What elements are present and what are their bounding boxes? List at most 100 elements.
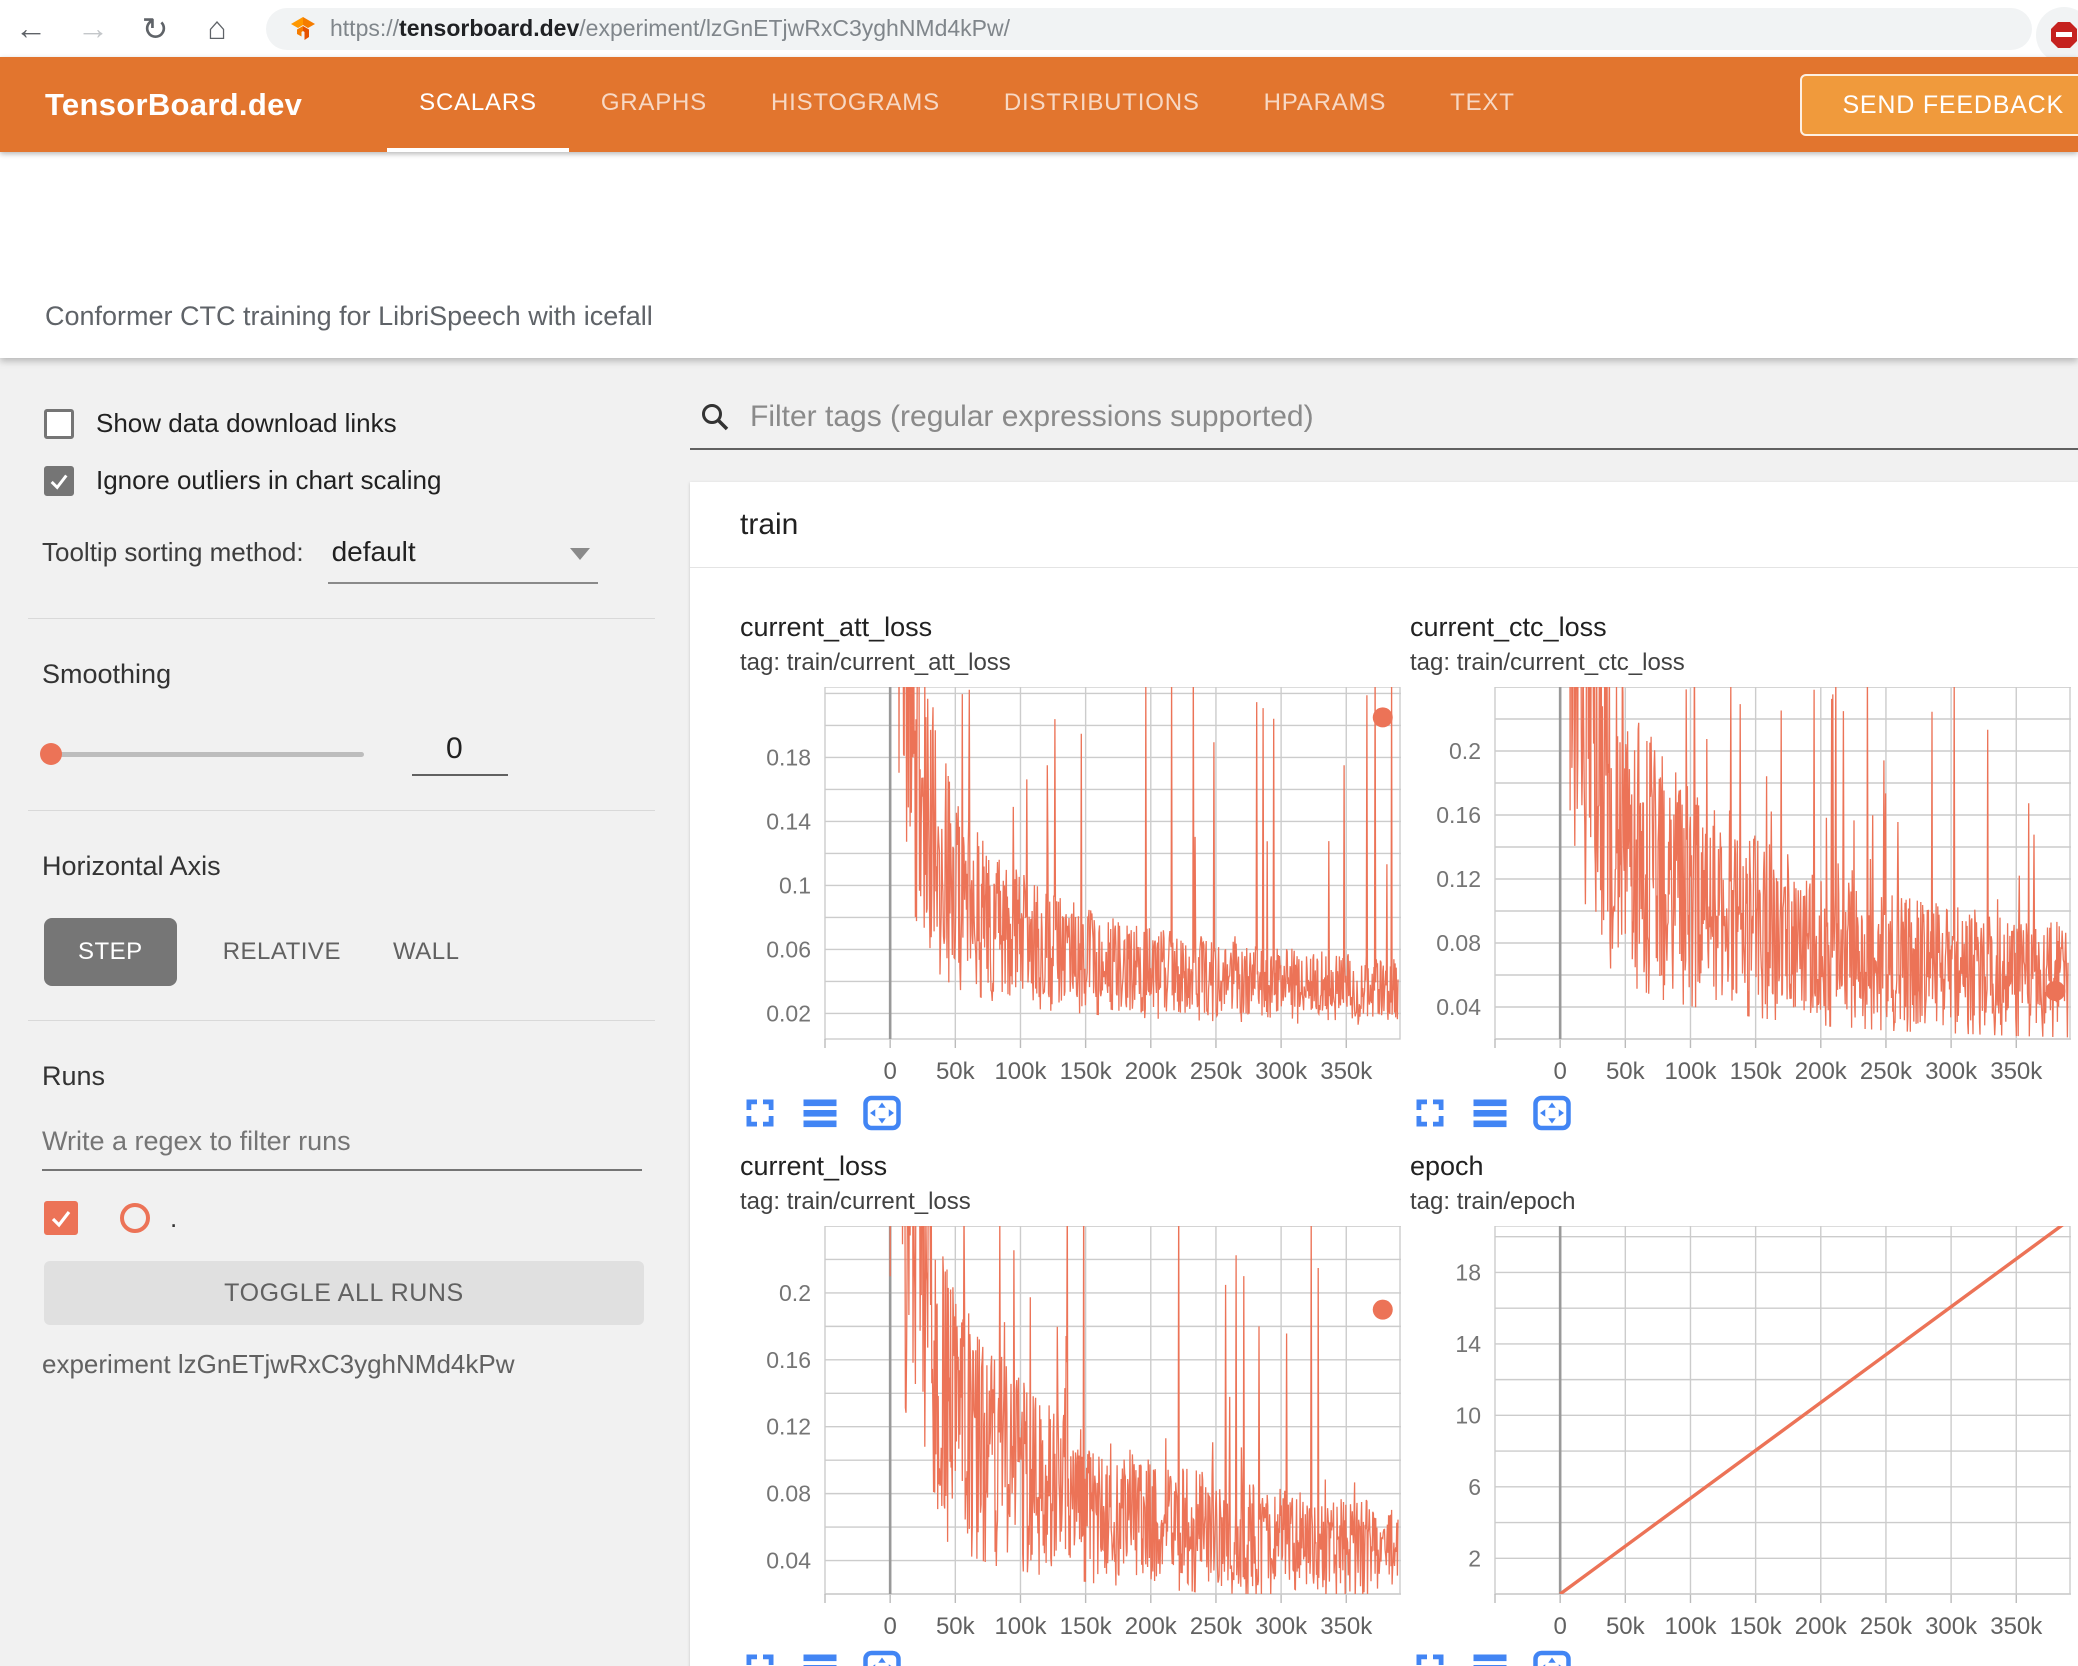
fit-domain-icon[interactable] [1532,1095,1572,1131]
svg-text:14: 14 [1455,1331,1481,1357]
axis-step-button[interactable]: STEP [44,918,177,986]
svg-text:0.12: 0.12 [1436,866,1481,892]
experiment-title-band: Conformer CTC training for LibriSpeech w… [0,152,2078,358]
tab-scalars[interactable]: SCALARS [387,57,569,152]
show-download-links-label: Show data download links [96,408,397,438]
home-icon[interactable]: ⌂ [186,10,248,47]
svg-text:100k: 100k [1664,1058,1717,1085]
line-chart[interactable]: 2 6 10 14 18 0 50k 100k 150k 200k 250k 300k 350k [1410,1226,2071,1646]
svg-text:0: 0 [1553,1058,1566,1085]
show-download-links-checkbox[interactable] [44,408,74,439]
tab-text[interactable]: TEXT [1418,57,1547,152]
smoothing-slider-thumb[interactable] [40,742,62,765]
chart-toolbar [1412,1095,2078,1131]
ignore-outliers-checkbox[interactable] [44,465,74,496]
fullscreen-icon[interactable] [742,1650,778,1666]
svg-text:18: 18 [1455,1259,1481,1285]
refresh-icon[interactable]: ↻ [124,10,186,48]
svg-text:0.08: 0.08 [766,1481,811,1507]
scalar-chart-card: current_ctc_loss tag: train/current_ctc_… [1410,612,2078,1131]
train-section-header[interactable]: train [690,482,2078,568]
sidebar-divider [28,810,655,811]
svg-text:350k: 350k [1990,1058,2043,1085]
sidebar-divider [28,1020,655,1021]
chart-title: current_loss [740,1151,888,1181]
tag-filter-bar [690,400,2078,450]
tooltip-sorting-label: Tooltip sorting method: [42,537,304,567]
tab-histograms[interactable]: HISTOGRAMS [739,57,972,152]
svg-text:200k: 200k [1795,1058,1848,1085]
line-chart[interactable]: 0.04 0.08 0.12 0.16 0.2 0 50k 100k 150k 200k 250k 3… [1410,687,2071,1091]
svg-text:100k: 100k [994,1613,1047,1640]
line-chart[interactable]: 0.04 0.08 0.12 0.16 0.2 0 50k 100k 150k 200k 250k 3… [740,1226,1401,1646]
svg-text:0.1: 0.1 [779,872,811,898]
tab-hparams[interactable]: HPARAMS [1232,57,1419,152]
line-chart[interactable]: 0.02 0.06 0.1 0.14 0.18 0 50k 100k 150k 200k 250k 3… [740,687,1401,1091]
svg-text:0: 0 [883,1613,896,1640]
svg-text:0.12: 0.12 [766,1414,811,1440]
runs-menu-icon[interactable] [800,1650,840,1666]
svg-text:250k: 250k [1860,1058,1913,1085]
svg-text:50k: 50k [936,1613,976,1640]
tab-graphs[interactable]: GRAPHS [569,57,739,152]
fullscreen-icon[interactable] [1412,1650,1448,1666]
forward-icon[interactable]: → [62,10,124,47]
svg-text:0.14: 0.14 [766,808,811,834]
train-section-card: train current_att_loss tag: train/curren… [690,482,2078,1666]
runs-menu-icon[interactable] [1470,1650,1510,1666]
runs-menu-icon[interactable] [1470,1095,1510,1131]
chart-tag: tag: train/current_att_loss [740,649,1011,676]
scalar-chart-card: current_loss tag: train/current_loss 0.0… [740,1151,1410,1666]
chart-toolbar [742,1095,1410,1131]
toggle-all-runs-button[interactable]: TOGGLE ALL RUNS [44,1261,644,1325]
svg-text:200k: 200k [1795,1613,1848,1640]
svg-text:350k: 350k [1320,1058,1373,1085]
fit-domain-icon[interactable] [862,1095,902,1131]
svg-text:0.2: 0.2 [779,1280,811,1306]
scalar-chart-card: epoch tag: train/epoch 2 6 10 14 18 0 50k 100k 1… [1410,1151,2078,1666]
run-checkbox[interactable] [44,1201,78,1235]
svg-text:150k: 150k [1060,1058,1113,1085]
browser-toolbar: ← → ↻ ⌂ https://tensorboard.dev/experime… [0,0,2078,63]
chart-title: epoch [1410,1151,1484,1181]
smoothing-value[interactable]: 0 [412,732,508,776]
svg-text:0.16: 0.16 [766,1347,811,1373]
fit-domain-icon[interactable] [1532,1650,1572,1666]
charts-grid: current_att_loss tag: train/current_att_… [690,568,2078,1666]
svg-text:0: 0 [1553,1613,1566,1640]
smoothing-slider[interactable] [40,742,364,765]
tooltip-sorting-value: default [331,536,416,567]
svg-text:2: 2 [1468,1545,1481,1571]
svg-text:50k: 50k [1606,1613,1646,1640]
tooltip-sorting-select[interactable]: default [327,536,598,584]
svg-text:100k: 100k [994,1058,1047,1085]
runs-filter-input[interactable] [42,1126,642,1157]
fit-domain-icon[interactable] [862,1650,902,1666]
chart-tag: tag: train/current_ctc_loss [1410,649,1685,676]
fullscreen-icon[interactable] [742,1095,778,1131]
tab-distributions[interactable]: DISTRIBUTIONS [972,57,1232,152]
svg-text:300k: 300k [1925,1058,1978,1085]
svg-text:250k: 250k [1190,1613,1243,1640]
svg-text:250k: 250k [1190,1058,1243,1085]
address-bar[interactable]: https://tensorboard.dev/experiment/lzGnE… [266,7,2032,50]
tag-filter-input[interactable] [750,400,2078,434]
axis-wall-button[interactable]: WALL [367,918,485,986]
back-icon[interactable]: ← [0,10,62,47]
experiment-title: Conformer CTC training for LibriSpeech w… [45,301,653,331]
svg-text:350k: 350k [1990,1613,2043,1640]
extension-icon[interactable] [2036,7,2078,63]
svg-text:150k: 150k [1730,1058,1783,1085]
svg-text:0: 0 [883,1058,896,1085]
settings-sidebar: Show data download links Ignore outliers… [0,358,660,1666]
svg-text:300k: 300k [1925,1613,1978,1640]
svg-text:0.06: 0.06 [766,936,811,962]
send-feedback-button[interactable]: SEND FEEDBACK [1800,74,2078,136]
run-color-swatch [120,1203,150,1233]
svg-text:0.16: 0.16 [1436,802,1481,828]
axis-relative-button[interactable]: RELATIVE [197,918,367,986]
svg-text:0.04: 0.04 [1436,994,1481,1020]
fullscreen-icon[interactable] [1412,1095,1448,1131]
svg-text:100k: 100k [1664,1613,1717,1640]
runs-menu-icon[interactable] [800,1095,840,1131]
